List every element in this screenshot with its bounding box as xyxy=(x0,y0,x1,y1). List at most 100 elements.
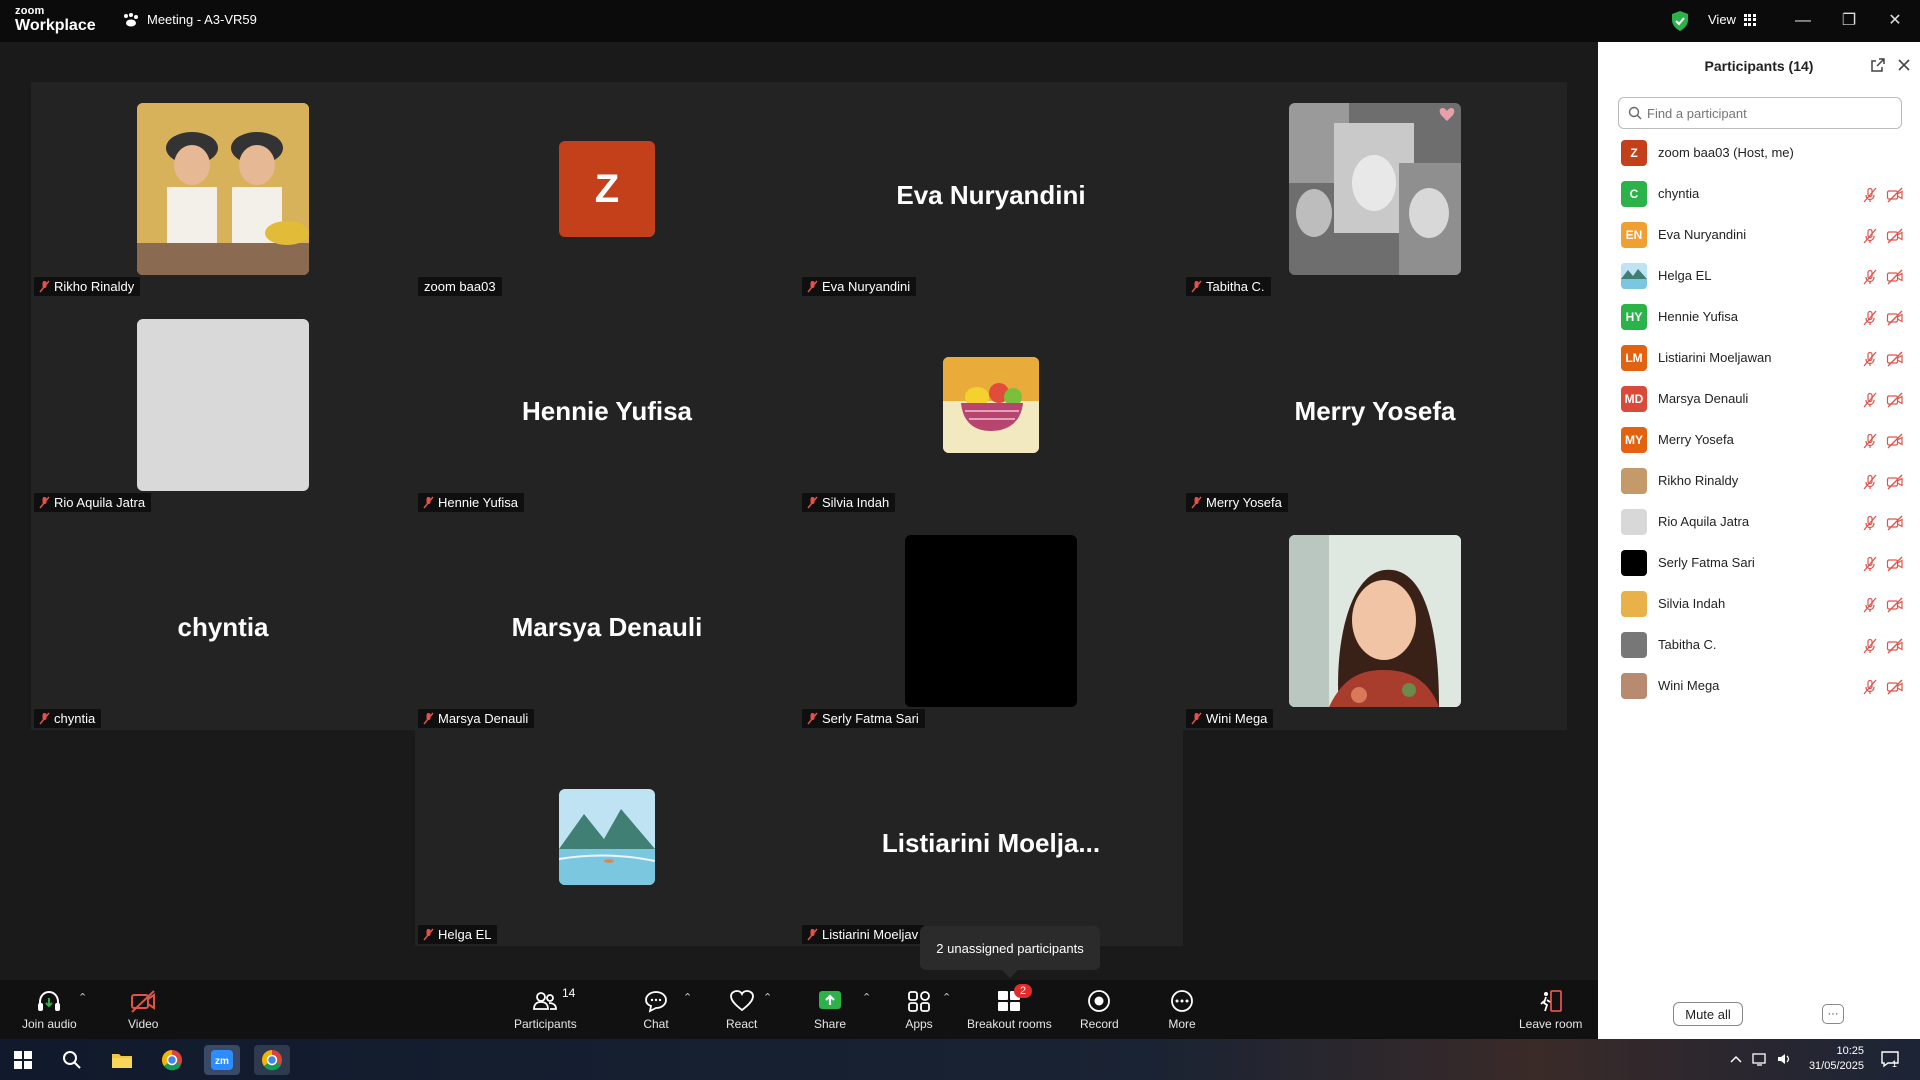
video-tile-eva[interactable]: Eva Nuryandini Eva Nuryandini xyxy=(799,82,1183,298)
video-tile-silvia[interactable]: Silvia Indah xyxy=(799,298,1183,514)
participant-row[interactable]: EN Eva Nuryandini xyxy=(1598,215,1920,256)
video-off-icon[interactable] xyxy=(1886,187,1904,203)
audio-options-caret-icon[interactable]: ⌃ xyxy=(78,992,90,1004)
panel-more-button[interactable]: ··· xyxy=(1822,1004,1844,1024)
share-options-caret-icon[interactable]: ⌃ xyxy=(862,992,874,1004)
participant-row[interactable]: Cchyntia xyxy=(1598,174,1920,215)
notification-center-icon[interactable]: 1 xyxy=(1880,1049,1900,1069)
muted-mic-icon[interactable] xyxy=(1862,679,1878,695)
view-label: View xyxy=(1708,12,1736,27)
video-tile-wini[interactable]: Wini Mega xyxy=(1183,514,1567,730)
video-off-icon[interactable] xyxy=(1886,433,1904,449)
video-off-icon[interactable] xyxy=(1886,515,1904,531)
chrome-icon[interactable] xyxy=(156,1045,188,1075)
muted-mic-icon[interactable] xyxy=(1862,515,1878,531)
participant-row[interactable]: MD Marsya Denauli xyxy=(1598,379,1920,420)
chat-options-caret-icon[interactable]: ⌃ xyxy=(683,992,695,1004)
chrome-window-icon[interactable] xyxy=(254,1045,290,1075)
apps-options-caret-icon[interactable]: ⌃ xyxy=(942,992,954,1004)
participant-row[interactable]: LM Listiarini Moeljawan xyxy=(1598,338,1920,379)
video-tile-tabitha[interactable]: Tabitha C. xyxy=(1183,82,1567,298)
find-participant-input[interactable] xyxy=(1618,97,1902,129)
participant-row[interactable]: Serly Fatma Sari xyxy=(1598,543,1920,584)
video-off-icon[interactable] xyxy=(1886,392,1904,408)
muted-mic-icon[interactable] xyxy=(1862,638,1878,654)
network-icon[interactable] xyxy=(1752,1051,1768,1067)
name-tag: chyntia xyxy=(34,709,102,728)
participant-row[interactable]: MY Merry Yosefa xyxy=(1598,420,1920,461)
restore-icon[interactable]: ❐ xyxy=(1838,10,1860,32)
muted-mic-icon[interactable] xyxy=(1862,351,1878,367)
chat-button[interactable]: Chat xyxy=(642,988,670,1031)
volume-icon[interactable] xyxy=(1776,1051,1792,1067)
join-audio-button[interactable]: Join audio xyxy=(22,988,77,1031)
meeting-info-button[interactable]: Meeting - A3-VR59 xyxy=(122,12,257,27)
video-off-icon[interactable] xyxy=(1886,310,1904,326)
share-button[interactable]: Share xyxy=(814,988,846,1031)
leave-room-button[interactable]: Leave room xyxy=(1519,988,1582,1031)
video-tile-rio[interactable]: Rio Aquila Jatra xyxy=(31,298,415,514)
video-off-icon[interactable] xyxy=(1886,597,1904,613)
video-tile-listiarini[interactable]: Listiarini Moelja... Listiarini Moeljav xyxy=(799,730,1183,946)
close-window-icon[interactable]: ✕ xyxy=(1884,10,1906,32)
participant-row[interactable]: Rio Aquila Jatra xyxy=(1598,502,1920,543)
participant-row[interactable]: Rikho Rinaldy xyxy=(1598,461,1920,502)
participant-row[interactable]: Tabitha C. xyxy=(1598,625,1920,666)
participant-row[interactable]: Helga EL xyxy=(1598,256,1920,297)
breakout-rooms-button[interactable]: Breakout rooms xyxy=(967,988,1052,1031)
muted-mic-icon[interactable] xyxy=(1862,556,1878,572)
video-off-icon[interactable] xyxy=(1886,556,1904,572)
muted-mic-icon[interactable] xyxy=(1862,474,1878,490)
popout-icon[interactable] xyxy=(1870,57,1886,73)
minimize-icon[interactable]: — xyxy=(1792,10,1814,32)
close-panel-icon[interactable] xyxy=(1896,57,1912,73)
muted-mic-icon[interactable] xyxy=(1862,597,1878,613)
participant-row[interactable]: Wini Mega xyxy=(1598,666,1920,707)
muted-mic-icon[interactable] xyxy=(1862,433,1878,449)
video-tile-zoom-baa03[interactable]: Z zoom baa03 xyxy=(415,82,799,298)
muted-mic-icon[interactable] xyxy=(1862,392,1878,408)
video-tile-merry[interactable]: Merry Yosefa Merry Yosefa xyxy=(1183,298,1567,514)
tray-expand-icon[interactable] xyxy=(1728,1051,1744,1067)
more-button[interactable]: More xyxy=(1168,988,1196,1031)
video-off-icon[interactable] xyxy=(1886,474,1904,490)
muted-mic-icon[interactable] xyxy=(1862,310,1878,326)
participant-name: Merry Yosefa xyxy=(1658,432,1734,447)
video-off-icon[interactable] xyxy=(1886,228,1904,244)
mute-all-button[interactable]: Mute all xyxy=(1673,1002,1743,1026)
participants-count: 14 xyxy=(562,986,576,1000)
record-button[interactable]: Record xyxy=(1080,988,1119,1031)
participant-row[interactable]: HY Hennie Yufisa xyxy=(1598,297,1920,338)
video-off-icon[interactable] xyxy=(1886,638,1904,654)
video-tile-marsya[interactable]: Marsya Denauli Marsya Denauli xyxy=(415,514,799,730)
muted-mic-icon[interactable] xyxy=(1862,187,1878,203)
video-tile-helga[interactable]: Helga EL xyxy=(415,730,799,946)
participant-row[interactable]: Zzoom baa03 (Host, me) xyxy=(1598,133,1920,174)
meeting-toolbar: Join audio ⌃ Video Participants 14 Chat … xyxy=(0,980,1598,1039)
taskbar-clock[interactable]: 10:25 31/05/2025 xyxy=(1800,1044,1864,1074)
search-taskbar-icon[interactable] xyxy=(56,1045,88,1075)
video-tile-serly[interactable]: Serly Fatma Sari xyxy=(799,514,1183,730)
participant-avatar: MY xyxy=(1621,427,1647,453)
encryption-shield-icon[interactable] xyxy=(1670,10,1690,32)
clock-time: 10:25 xyxy=(1836,1045,1864,1057)
video-tile-hennie[interactable]: Hennie Yufisa Hennie Yufisa xyxy=(415,298,799,514)
windows-start-icon[interactable] xyxy=(7,1045,39,1075)
video-off-icon[interactable] xyxy=(1886,269,1904,285)
file-explorer-icon[interactable] xyxy=(106,1045,138,1075)
view-button[interactable]: View xyxy=(1708,12,1758,27)
video-tile-chyntia[interactable]: chyntia chyntia xyxy=(31,514,415,730)
video-tile-rikho[interactable]: Rikho Rinaldy xyxy=(31,82,415,298)
apps-button[interactable]: Apps xyxy=(905,988,933,1031)
participant-avatar: Z xyxy=(1621,140,1647,166)
react-button[interactable]: React xyxy=(726,988,757,1031)
video-off-icon[interactable] xyxy=(1886,679,1904,695)
participant-row[interactable]: Silvia Indah xyxy=(1598,584,1920,625)
muted-mic-icon[interactable] xyxy=(1862,269,1878,285)
video-off-icon[interactable] xyxy=(1886,351,1904,367)
zoom-app-icon[interactable]: zm xyxy=(204,1045,240,1075)
video-button[interactable]: Video xyxy=(128,988,158,1031)
svg-text:zm: zm xyxy=(215,1056,229,1067)
react-options-caret-icon[interactable]: ⌃ xyxy=(763,992,775,1004)
muted-mic-icon[interactable] xyxy=(1862,228,1878,244)
